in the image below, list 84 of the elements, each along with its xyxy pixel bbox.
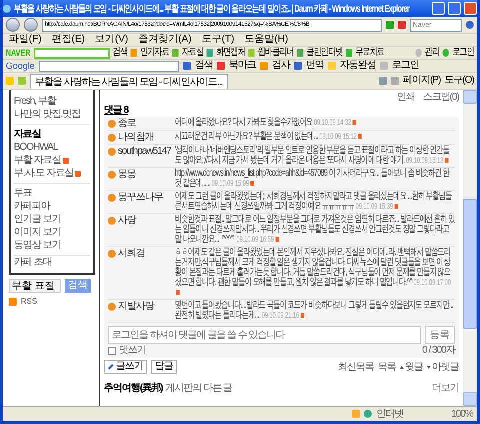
other-posts-label: 게시판의 다른 글 (166, 382, 232, 394)
toolbar-button[interactable]: 관리 (425, 47, 440, 59)
rss-link[interactable]: RSS (21, 297, 38, 306)
post-action-link[interactable]: 인쇄 (396, 90, 415, 104)
forward-button[interactable] (24, 18, 38, 32)
comment-text: ㅎㅎ어제도 같은 글이 올라왔었는데 본인께서 지우셨나봐요. 진실은 어디에..라..밴뻑해서 말씀드리는거지만,식구님들께서 크게 걱정할 일은 생기지 않을겁니다. 디씨뉴스에 달린 댓글들을 보면 이 상황이 본질과는 다르게 흘러가는듯 합니다. 거듭 말씀드리건대, 식구님들이 먼저 문제를 만들지 않으셨으면 합니다. 괜한 말들이 오해를 만들고, 원치 않은 결과를 낳기도 하니 말입니다.^^09.10.09 17:00 (175, 248, 455, 298)
toolbar-button[interactable]: 웹바클리너 (258, 47, 294, 59)
comment-text: 비슷한것과 표절.. 말그대로 어느 일정부분을 그대로 가져온것은 엄연히 다르죠... 발라드에선 흔히 있는 일들이니 신경쓰지맙시다... 우리가 신경쓰면 부활님들도 신경쓰서 안그런것도 정말 그렇다라고 말 나오니깐요... "^^^^"09.10.09 16:59 (175, 215, 455, 245)
comment-author[interactable]: 몽꾸쓰나무 (108, 192, 172, 212)
toolbar-button[interactable]: 도구(O) (444, 75, 474, 87)
back-button[interactable] (6, 18, 20, 32)
comment-text: '생각이나'나 '네버엔딩스토리'의 일부분 인트로 인용한 부분을 듣고 표절이라고 하는 이상한 인간들도 많아요;;//다시 지금 가서 봤는데 거기 올라온 내용은 '또다시 사랑이'에 대한 얘기.09.10.09 15:13 (175, 146, 451, 166)
submit-button[interactable]: 등록 (425, 326, 455, 344)
menu-item[interactable]: 도구(T) (198, 34, 238, 46)
zoom-level[interactable]: 100% (451, 408, 473, 420)
toolbar-button[interactable]: 페이지(P) (403, 75, 441, 87)
toolbar-button[interactable]: 검사 (272, 60, 290, 72)
toolbar-button[interactable]: 북마크 (229, 60, 256, 72)
comment-author[interactable]: southpaw5147 (108, 146, 172, 166)
toolbar-button[interactable]: 로그인 (452, 47, 474, 59)
comment-author[interactable]: 서희경 (108, 248, 172, 298)
sidebar-item[interactable]: 부활 자료실 (14, 154, 90, 167)
nav-link[interactable]: 최신목록 (338, 360, 374, 374)
sidebar-item[interactable]: Fresh, 부활 (14, 95, 90, 108)
close-button[interactable] (464, 2, 477, 15)
comment-text: 어제도 그런 글이 올라왔었는데;; 서희경님께서 걱정하지말라고 댓글 올리셨는데요 ...현히 부활님들 콘서트연습하시는데 신경쓰일까봐 그게 걱정이예요 ㅠㅠㅠㅠㅠ09.10.09 15:39 (175, 192, 453, 212)
menu-item[interactable]: 즐겨찾기(A) (135, 34, 195, 46)
board-name[interactable]: 추억여행(異邦) (104, 381, 163, 395)
menu-item[interactable]: 도움말(H) (242, 34, 292, 46)
sidebar-item[interactable]: 투표 (14, 187, 90, 200)
sidebar-item[interactable]: 나만의 맛집.멋집 (14, 108, 90, 121)
post-button[interactable]: 답글 (151, 360, 177, 374)
toolbar-button[interactable]: 검색 (195, 60, 214, 72)
sidebar-item[interactable]: 이미지 보기 (14, 226, 90, 239)
toolbar-button[interactable]: 번역 (306, 60, 324, 72)
comment-author[interactable]: 사랑 (108, 215, 172, 245)
google-search-field[interactable] (39, 60, 180, 72)
window-title: 부활을 사랑하는 사람들의 모임 - 디씨인사이드에... 부활 표절에 대한 글이 올라오는데 말이죠.. | Daum 카페 - Windows Internet Explorer (14, 2, 410, 16)
section-title: 자료실 (14, 128, 42, 141)
sidebar-item[interactable]: 부.사.모 자료실 (14, 167, 90, 180)
post-button[interactable]: 글쓰기 (104, 360, 147, 374)
comment-author[interactable]: 지발사랑 (108, 301, 172, 321)
toolbar-button[interactable]: 화면캡처 (216, 47, 246, 59)
comment-text: 어디에 올라왔나요? 다시 가봐도 찾을수가없어요09.10.09 14:32 (175, 118, 455, 128)
toolbar-button[interactable]: 자동완성 (340, 60, 376, 72)
minimize-button[interactable] (432, 2, 445, 15)
menu-item[interactable]: 파일(F) (6, 34, 45, 46)
scrollbar[interactable] (463, 90, 477, 406)
sidebar-item[interactable]: 카페 초대 (14, 256, 90, 269)
browser-tab[interactable]: 부활을 사랑하는 사람들의 모임 - 디씨인사이드... (30, 74, 228, 88)
checkbox[interactable] (108, 346, 116, 354)
comment-author[interactable]: 종로 (108, 118, 172, 129)
nav-link[interactable]: 윗글 (400, 360, 423, 374)
status-zone: 인터넷 (376, 408, 404, 420)
toolbar-button[interactable]: 클린인터넷 (306, 47, 343, 59)
google-logo: Google (6, 61, 36, 71)
comment-text: 몇번이고 들어봤습니다....발라드 곡들이 코드가 비슷하다보니 그렇게 들릴수 있을런지도 모르지만...완전히 빌렸다는 틀리다는게....09.10.09 21:16 (175, 301, 454, 321)
nav-link[interactable]: 아랫글 (427, 360, 459, 374)
maximize-button[interactable] (448, 2, 461, 15)
menu-item[interactable]: 보기(V) (92, 34, 132, 46)
more-link[interactable]: 더보기 (432, 382, 459, 394)
post-action-link[interactable]: 스크랩(0) (422, 90, 459, 104)
menu-item[interactable]: 편집(E) (48, 34, 88, 46)
toolbar-button[interactable]: 검색 (113, 47, 128, 59)
naver-logo: NAVER (6, 48, 31, 58)
toolbar-button[interactable]: 자료실 (182, 47, 204, 59)
sidebar-item[interactable]: 카페피아 (14, 200, 90, 213)
sidebar-item[interactable]: BOOHWAL (14, 141, 90, 154)
toolbar-button[interactable]: 인기자료 (140, 47, 170, 59)
cafe-search-field[interactable]: 부활 표절 (9, 279, 61, 293)
character-counter: 0 / 300자 (422, 345, 455, 356)
comment-text: 시끄러운건 리뷰 아닌가요? 부활은 분책이 없는데...09.10.09 15:12 (175, 132, 455, 142)
comment-author[interactable]: 몽몽 (108, 169, 172, 189)
toolbar-button[interactable]: 무료치료 (355, 47, 384, 59)
nav-link[interactable]: 목록 (378, 360, 396, 374)
comment-input[interactable]: 로그인을 하셔야 댓글에 글을 쓸 수 있습니다 (108, 326, 421, 344)
comment-author[interactable]: 나의참개 (108, 132, 172, 143)
sidebar-item[interactable]: 동영상 보기 (14, 239, 90, 252)
sidebar-item[interactable]: 인기글 보기 (14, 213, 90, 226)
comment-text: http://www.dcnews.in/news_list.php?code=ahh&id=457089 이 기사더라구요... 들어보니 좀 비슷하긴 한 것 같은데......09.10.09 15:09 (175, 169, 451, 189)
comments-title: 댓글 8 (104, 104, 130, 117)
checkbox-label: 댓쓰기 (119, 345, 146, 356)
toolbar-button[interactable]: 로그인 (392, 60, 420, 72)
naver-search-field[interactable] (34, 48, 110, 58)
